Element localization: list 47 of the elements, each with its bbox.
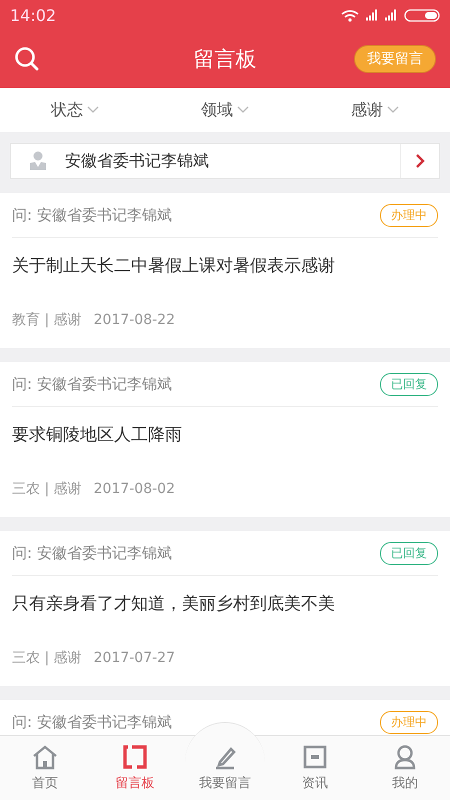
nav-tab[interactable]: 首页 <box>0 736 90 800</box>
filter-dropdown[interactable]: 感谢 <box>345 98 405 122</box>
board-icon <box>122 744 148 770</box>
category-text: 教育 | 感谢 <box>12 311 82 329</box>
chevron-right-icon <box>415 153 425 169</box>
message-title: 要求铜陵地区人工降雨 <box>12 424 183 447</box>
recipient-text: 问: 安徽省委书记李锦斌 <box>12 712 172 732</box>
caret-icon <box>387 106 399 114</box>
category-text: 三农 | 感谢 <box>12 649 82 667</box>
home-icon <box>32 744 58 770</box>
recipient-text: 问: 安徽省委书记李锦斌 <box>12 206 172 224</box>
recipient-text: 问: 安徽省委书记李锦斌 <box>12 544 172 562</box>
filter-dropdown[interactable]: 状态 <box>45 98 105 122</box>
person-icon <box>29 151 47 171</box>
message-card[interactable]: 问: 安徽省委书记李锦斌 已回复 只有亲身看了才知道，美丽乡村到底美不美 三农 | 感谢 2017-07-27 <box>0 531 450 686</box>
signal-icon <box>366 9 378 21</box>
status-tag: 办理中 <box>380 204 438 226</box>
status-tag: 办理中 <box>380 710 438 734</box>
signal-icon <box>385 9 397 21</box>
message-title: 只有亲身看了才知道，美丽乡村到底美不美 <box>12 593 336 616</box>
message-title: 关于制止天长二中暑假上课对暑假表示感谢 <box>12 255 336 278</box>
status-tag: 已回复 <box>380 372 438 396</box>
nav-tab[interactable]: 留言板 <box>90 736 180 800</box>
battery-icon <box>404 8 440 22</box>
date-text: 2017-08-22 <box>94 312 175 328</box>
nav-tab[interactable]: 我要留言 <box>180 736 270 800</box>
square-icon <box>302 744 328 770</box>
search-icon[interactable] <box>14 46 40 72</box>
nav-tab[interactable]: 资讯 <box>270 736 360 800</box>
person-icon <box>392 744 418 770</box>
page-title: 留言板 <box>194 46 256 73</box>
date-text: 2017-07-27 <box>94 650 175 666</box>
leader-name: 安徽省委书记李锦斌 <box>65 150 210 172</box>
message-card[interactable]: 问: 安徽省委书记李锦斌 已回复 要求铜陵地区人工降雨 三农 | 感谢 2017-08-02 <box>0 362 450 517</box>
category-text: 三农 | 感谢 <box>12 480 82 498</box>
caret-icon <box>87 106 99 114</box>
caret-icon <box>237 106 249 114</box>
status-tag: 已回复 <box>380 542 438 564</box>
filter-dropdown[interactable]: 领域 <box>195 98 255 122</box>
leader-card[interactable]: 安徽省委书记李锦斌 <box>10 143 440 179</box>
recipient-text: 问: 安徽省委书记李锦斌 <box>12 374 172 394</box>
nav-tab[interactable]: 我的 <box>360 736 450 800</box>
date-text: 2017-08-02 <box>94 481 175 497</box>
message-card[interactable]: 问: 安徽省委书记李锦斌 办理中 关于制止天长二中暑假上课对暑假表示感谢 教育 | 感谢 2017-08-22 <box>0 193 450 348</box>
clock-time: 14:02 <box>10 6 56 24</box>
message-card[interactable]: 问: 安徽省委书记李锦斌 办理中 <box>0 700 450 735</box>
wifi-icon <box>341 8 359 22</box>
